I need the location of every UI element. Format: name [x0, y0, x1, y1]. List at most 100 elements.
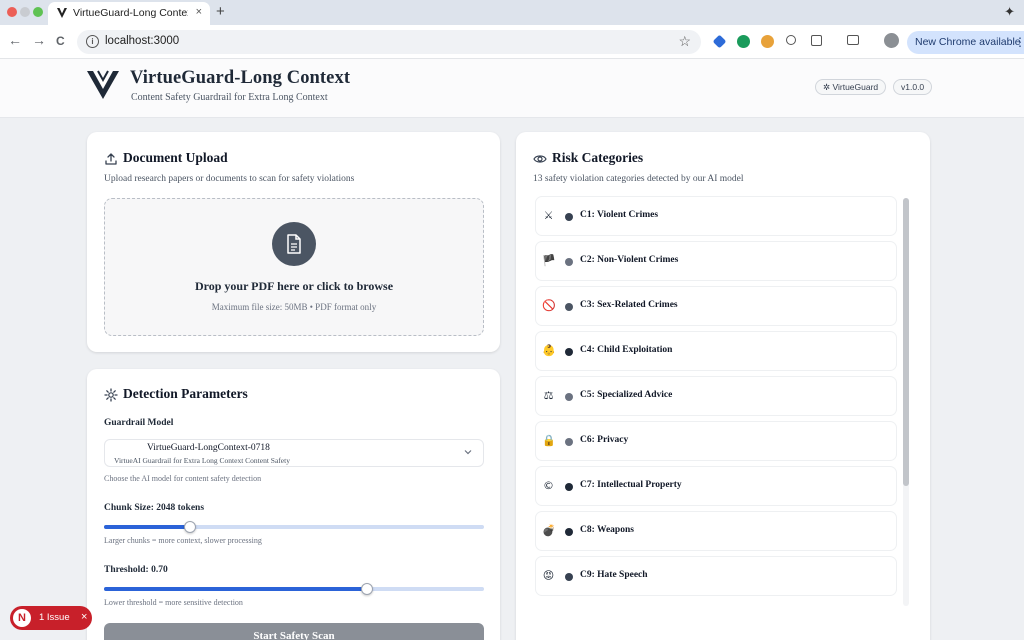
risk-severity-dot [565, 438, 573, 446]
app-title: VirtueGuard-Long Context [130, 68, 351, 88]
chunk-size-slider-thumb[interactable] [183, 521, 196, 533]
model-label: Guardrail Model [104, 418, 174, 428]
tab-close-icon[interactable]: × [196, 6, 202, 18]
document-icon [287, 234, 301, 254]
risk-categories-card: Risk Categories 13 safety violation cate… [516, 132, 930, 640]
update-chrome-button[interactable]: New Chrome available ⋮ [907, 31, 1024, 54]
risk-category-label: C6: Privacy [580, 435, 629, 445]
chevron-down-icon [464, 450, 472, 455]
address-url[interactable]: localhost:3000 [105, 35, 179, 47]
chunk-size-help: Larger chunks = more context, slower pro… [104, 536, 262, 545]
extension-grammarly-icon[interactable] [737, 35, 750, 48]
drop-title: Drop your PDF here or click to browse [194, 279, 394, 293]
upload-description: Upload research papers or documents to s… [104, 174, 355, 184]
risk-severity-dot [565, 303, 573, 311]
extension-color-icon[interactable] [761, 35, 774, 48]
bookmark-star-icon[interactable]: ☆ [678, 33, 691, 50]
back-button[interactable]: ← [8, 32, 22, 48]
virtueguard-logo-icon [87, 70, 119, 99]
issues-indicator[interactable]: N 1 Issue × [10, 606, 92, 630]
risk-list-scrollbar[interactable] [903, 198, 909, 606]
forward-button[interactable]: → [32, 32, 46, 48]
extension-diamond-icon[interactable] [712, 34, 727, 49]
file-upload-button[interactable] [272, 222, 316, 266]
risk-description: 13 safety violation categories detected … [533, 174, 744, 184]
site-info-icon[interactable]: i [86, 35, 99, 48]
risk-category-icon: 💣 [542, 524, 556, 537]
browser-tab-bar: VirtueGuard-Long Context - × + ✦ [0, 0, 1024, 25]
threshold-label: Threshold: 0.70 [104, 565, 168, 575]
risk-category-c1[interactable]: ⚔ C1: Violent Crimes [535, 196, 897, 236]
risk-severity-dot [565, 483, 573, 491]
risk-category-icon: 👶 [542, 344, 556, 357]
new-tab-button[interactable]: + [216, 3, 225, 20]
gear-icon [104, 388, 118, 402]
risk-category-icon: ⚔ [543, 209, 554, 222]
version-badge: v1.0.0 [893, 79, 933, 95]
risk-category-c6[interactable]: 🔒 C6: Privacy [535, 421, 897, 461]
risk-category-c2[interactable]: 🏴 C2: Non-Violent Crimes [535, 241, 897, 281]
risk-category-label: C3: Sex-Related Crimes [580, 300, 678, 310]
model-select-description: VirtueAI Guardrail for Extra Long Contex… [114, 456, 290, 465]
risk-category-c4[interactable]: 👶 C4: Child Exploitation [535, 331, 897, 371]
risk-severity-dot [565, 528, 573, 536]
upload-title: Document Upload [123, 150, 228, 165]
risk-title: Risk Categories [552, 150, 644, 165]
risk-category-label: C9: Hate Speech [580, 570, 648, 580]
start-scan-button[interactable]: Start Safety Scan [104, 623, 484, 640]
risk-category-c5[interactable]: ⚖ C5: Specialized Advice [535, 376, 897, 416]
tab-favicon-icon [57, 8, 67, 18]
risk-category-label: C2: Non-Violent Crimes [580, 255, 679, 265]
risk-category-icon: 🔒 [542, 434, 556, 447]
address-bar[interactable]: i localhost:3000 ☆ [77, 30, 701, 54]
window-minimize-button[interactable] [20, 7, 30, 17]
threshold-slider-fill [104, 587, 367, 591]
risk-category-icon: 🏴 [542, 254, 556, 267]
risk-category-c9[interactable]: 😡 C9: Hate Speech [535, 556, 897, 596]
update-chrome-label: New Chrome available [915, 36, 1021, 48]
window-close-button[interactable] [7, 7, 17, 17]
reload-button[interactable]: C [56, 34, 65, 48]
brand-badge: ✲ VirtueGuard [815, 79, 887, 95]
extension-search-icon[interactable] [786, 35, 796, 45]
window-maximize-button[interactable] [33, 7, 43, 17]
risk-category-c7[interactable]: © C7: Intellectual Property [535, 466, 897, 506]
risk-category-icon: ⚖ [543, 389, 554, 402]
threshold-help: Lower threshold = more sensitive detecti… [104, 598, 243, 607]
tab-title: VirtueGuard-Long Context - [73, 7, 188, 19]
chrome-menu-icon[interactable]: ⋮ [1014, 35, 1024, 49]
document-upload-card: Document Upload Upload research papers o… [87, 132, 500, 352]
risk-category-label: C1: Violent Crimes [580, 210, 659, 220]
browser-tab[interactable]: VirtueGuard-Long Context - × [48, 2, 210, 25]
upload-icon [105, 153, 117, 165]
extensions-puzzle-icon[interactable] [811, 35, 822, 46]
risk-category-icon: 😡 [542, 569, 555, 582]
issues-close-icon[interactable]: × [81, 611, 87, 623]
risk-category-label: C7: Intellectual Property [580, 480, 682, 490]
detection-parameters-card: Detection Parameters Guardrail Model Vir… [87, 369, 500, 640]
risk-category-list[interactable]: ⚔ C1: Violent Crimes 🏴 C2: Non-Violent Crim… [535, 196, 915, 606]
chunk-size-slider[interactable] [104, 521, 484, 533]
tab-search-icon[interactable]: ✦ [1004, 4, 1015, 20]
risk-severity-dot [565, 258, 573, 266]
issues-count[interactable]: 1 Issue [39, 612, 70, 623]
chunk-size-label: Chunk Size: 2048 tokens [104, 503, 205, 513]
risk-category-c3[interactable]: 🚫 C3: Sex-Related Crimes [535, 286, 897, 326]
threshold-slider-thumb[interactable] [360, 583, 373, 595]
profile-avatar[interactable] [884, 33, 899, 48]
reading-list-icon[interactable] [847, 35, 859, 45]
model-select-value: VirtueGuard-LongContext-0718 [147, 443, 270, 453]
drop-note: Maximum file size: 50MB • PDF format onl… [211, 302, 377, 312]
risk-severity-dot [565, 393, 573, 401]
app-header: VirtueGuard-Long Context Content Safety … [0, 59, 1024, 118]
app-subtitle: Content Safety Guardrail for Extra Long … [131, 92, 328, 103]
risk-category-label: C4: Child Exploitation [580, 345, 673, 355]
risk-category-icon: 🚫 [542, 299, 556, 312]
threshold-slider[interactable] [104, 583, 484, 595]
risk-category-c8[interactable]: 💣 C8: Weapons [535, 511, 897, 551]
risk-list-scroll-thumb[interactable] [903, 198, 909, 486]
eye-icon [533, 155, 547, 163]
risk-category-label: C5: Specialized Advice [580, 390, 673, 400]
model-select[interactable]: VirtueGuard-LongContext-0718 VirtueAI Gu… [104, 439, 484, 467]
pdf-dropzone[interactable]: Drop your PDF here or click to browse Ma… [104, 198, 484, 336]
